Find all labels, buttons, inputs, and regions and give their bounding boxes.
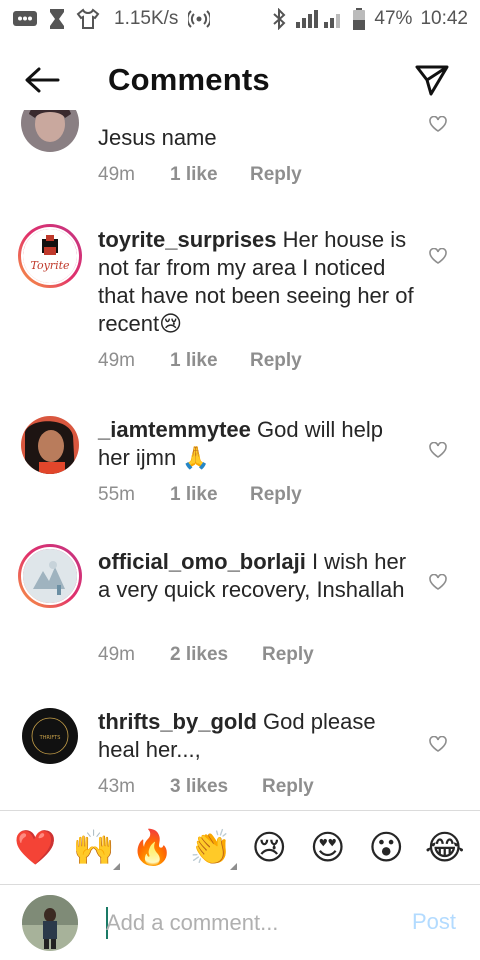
comment-meta: 49m 2 likes Reply	[98, 644, 314, 666]
comment-text: official_omo_borlaji I wish her a very q…	[98, 548, 418, 604]
status-bar: 1.15K/s 47% 10:42	[0, 0, 480, 38]
share-button[interactable]	[412, 60, 452, 100]
comment-time: 49m	[98, 644, 135, 665]
like-button[interactable]	[428, 734, 448, 754]
heart-eyes-emoji-icon: 😍	[310, 828, 346, 867]
avatar[interactable]	[21, 110, 79, 152]
emoji-clap[interactable]: 👏	[187, 824, 237, 872]
current-user-avatar	[22, 895, 78, 951]
emoji-cry[interactable]: 😢	[245, 824, 293, 872]
heart-icon	[429, 116, 447, 132]
comment-meta: 49m 1 like Reply	[98, 350, 302, 372]
battery-percent: 47%	[374, 8, 413, 29]
header: Comments	[0, 50, 480, 110]
avatar[interactable]: THRIFTS	[22, 708, 78, 764]
comment-likes[interactable]: 2 likes	[170, 644, 262, 666]
page-title: Comments	[108, 62, 270, 97]
network-speed: 1.15K/s	[114, 8, 179, 29]
surprised-emoji-icon: 😮	[368, 828, 404, 867]
like-button[interactable]	[428, 114, 448, 134]
clock: 10:42	[420, 8, 468, 29]
comment-likes[interactable]: 1 like	[170, 484, 250, 506]
back-arrow-icon	[25, 67, 60, 93]
message-icon	[12, 9, 38, 29]
comment-time: 55m	[98, 484, 135, 505]
laugh-emoji-icon: 😂	[424, 828, 465, 867]
comment-text: toyrite_surprises Her house is not far f…	[98, 226, 418, 338]
cry-emoji-icon: 😢	[251, 828, 287, 867]
emoji-heart-eyes[interactable]: 😍	[304, 824, 352, 872]
comment-time: 49m	[98, 350, 135, 371]
comment-text: thrifts_by_gold God please heal her...,	[98, 708, 418, 764]
emoji-heart[interactable]: ❤️	[11, 824, 59, 872]
comment-username[interactable]: _iamtemmytee	[98, 417, 251, 442]
comment-username[interactable]: thrifts_by_gold	[98, 709, 257, 734]
skin-tone-indicator	[112, 862, 120, 870]
like-button[interactable]	[428, 246, 448, 266]
comment-likes[interactable]: 1 like	[170, 350, 250, 372]
emoji-surprised[interactable]: 😮	[362, 824, 410, 872]
heart-emoji-icon: ❤️	[14, 828, 57, 867]
comment-likes[interactable]: 3 likes	[170, 776, 262, 798]
comment-list[interactable]: Jesus name 49m 1 like Reply Toyrite toyr…	[0, 110, 480, 810]
post-button[interactable]: Post	[412, 909, 456, 935]
signal-icon	[294, 8, 344, 30]
comment-meta: 49m 1 like Reply	[98, 164, 302, 186]
comment-time: 43m	[98, 776, 135, 797]
emoji-raised-hands[interactable]: 🙌	[70, 824, 120, 872]
comment-input[interactable]	[106, 905, 386, 941]
clap-emoji-icon: 👏	[189, 828, 232, 867]
like-button[interactable]	[428, 572, 448, 592]
comment-username[interactable]: toyrite_surprises	[98, 227, 277, 252]
comment-composer: Post	[0, 884, 480, 960]
comment-time: 49m	[98, 164, 135, 185]
bluetooth-icon	[272, 8, 286, 30]
heart-icon	[429, 736, 447, 752]
emoji-fire[interactable]: 🔥	[128, 824, 176, 872]
send-icon	[415, 65, 449, 96]
like-button[interactable]	[428, 440, 448, 460]
emoji-bar: ❤️ 🙌 🔥 👏 😢 😍 😮 😂	[0, 810, 480, 884]
reply-button[interactable]: Reply	[250, 164, 302, 186]
skin-tone-indicator	[229, 862, 237, 870]
heart-icon	[429, 442, 447, 458]
battery-icon	[352, 7, 366, 31]
comment-meta: 55m 1 like Reply	[98, 484, 302, 506]
svg-text:THRIFTS: THRIFTS	[39, 735, 61, 741]
fire-emoji-icon: 🔥	[131, 828, 174, 867]
reply-button[interactable]: Reply	[250, 484, 302, 506]
comment-message: Jesus name	[98, 125, 217, 150]
heart-icon	[429, 248, 447, 264]
back-button[interactable]	[22, 62, 62, 98]
comment-meta: 43m 3 likes Reply	[98, 776, 314, 798]
svg-text:Toyrite: Toyrite	[30, 259, 70, 272]
avatar[interactable]: Toyrite	[18, 224, 82, 288]
raised-hands-emoji-icon: 🙌	[72, 828, 115, 867]
comment-text: Jesus name	[98, 124, 418, 152]
reply-button[interactable]: Reply	[262, 776, 314, 798]
emoji-laugh[interactable]: 😂	[421, 824, 469, 872]
avatar[interactable]	[18, 544, 82, 608]
comment-username[interactable]: official_omo_borlaji	[98, 549, 306, 574]
reply-button[interactable]: Reply	[262, 644, 314, 666]
comment-text: _iamtemmytee God will help her ijmn 🙏	[98, 416, 418, 472]
shirt-icon	[76, 8, 100, 30]
hotspot-icon	[188, 8, 211, 30]
heart-icon	[429, 574, 447, 590]
hourglass-icon	[48, 8, 66, 30]
comment-likes[interactable]: 1 like	[170, 164, 250, 186]
avatar[interactable]	[21, 416, 79, 474]
reply-button[interactable]: Reply	[250, 350, 302, 372]
